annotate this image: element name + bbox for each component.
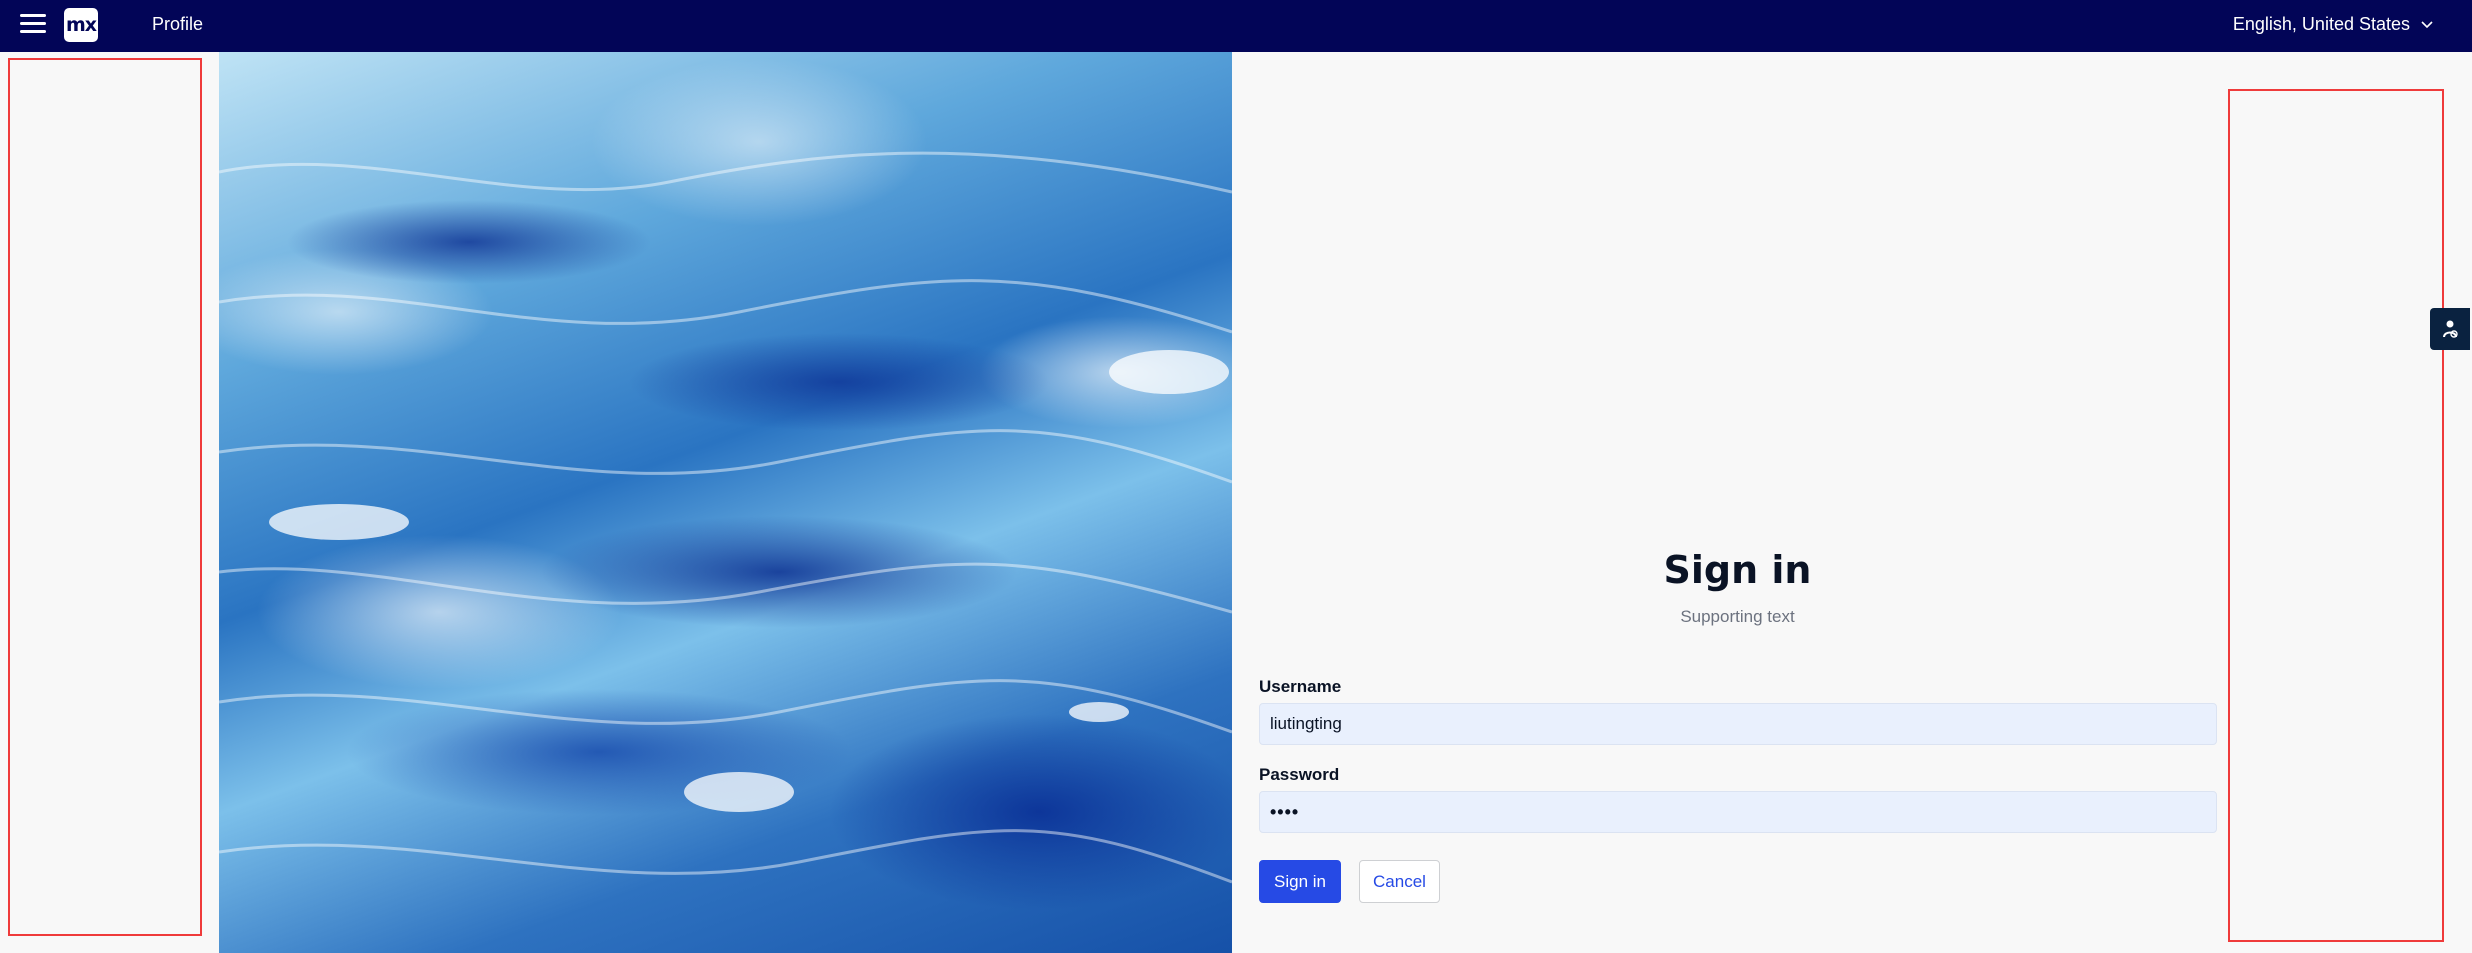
username-label: Username <box>1259 677 1342 696</box>
top-navigation-bar: mx Profile English, United States <box>0 0 2472 52</box>
username-field[interactable]: liutingting <box>1259 703 2217 745</box>
page-title: Sign in <box>1663 548 1812 592</box>
accessibility-side-tab[interactable] <box>2430 308 2470 350</box>
chevron-down-icon <box>2421 20 2433 28</box>
highlight-box-left <box>8 58 202 936</box>
nav-item-profile[interactable]: Profile <box>152 14 203 35</box>
app-logo[interactable]: mx <box>64 8 98 42</box>
language-label: English, United States <box>2232 14 2410 34</box>
password-label: Password <box>1259 765 1340 784</box>
password-field[interactable]: •••• <box>1259 791 2217 833</box>
cancel-button[interactable]: Cancel <box>1359 860 1440 903</box>
accessibility-person-icon <box>2443 320 2458 338</box>
page-subtitle: Supporting text <box>1680 607 1795 626</box>
highlight-box-right <box>2228 89 2444 942</box>
wave-texture <box>219 151 1232 884</box>
hamburger-menu-icon[interactable] <box>20 12 46 36</box>
language-selector[interactable]: English, United States <box>2233 14 2434 35</box>
hero-ocean-image <box>219 52 1232 953</box>
sign-in-button[interactable]: Sign in <box>1259 860 1341 903</box>
